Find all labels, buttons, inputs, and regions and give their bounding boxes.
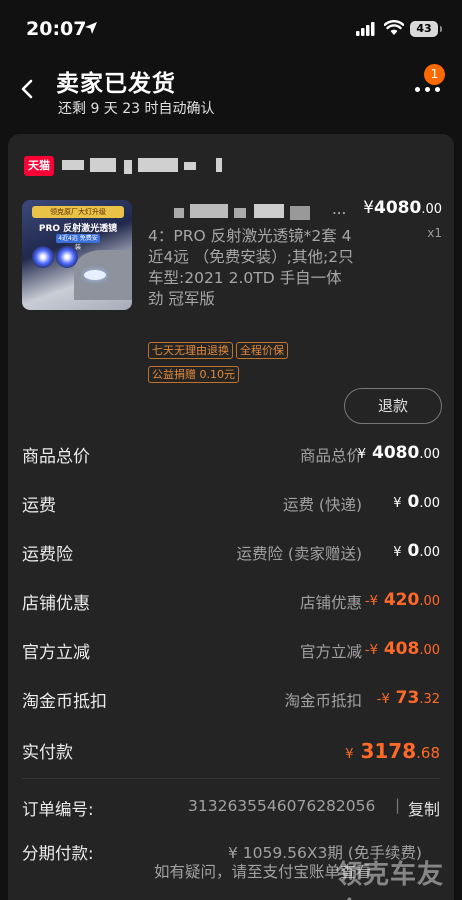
status-bar: 20:07 43: [0, 0, 462, 58]
amount-integer: 73: [395, 688, 420, 708]
location-arrow-icon: [85, 22, 97, 34]
amount-integer: 0: [407, 541, 420, 561]
product-price: ¥4080.00: [363, 198, 442, 218]
amount-decimal: .00: [419, 594, 440, 609]
cellular-signal-icon: [356, 22, 375, 36]
product-title-redacted[interactable]: [174, 204, 354, 222]
fee-sublabel: 商品总价: [299, 447, 362, 465]
fee-row: 运费 运费 (快递) ¥ 0.00: [8, 489, 454, 519]
divider: [22, 778, 440, 779]
product-image-caption: PRO 反射激光透镜: [38, 224, 118, 234]
currency-symbol: ¥: [381, 692, 390, 707]
total-paid-amount: ¥ 3178.68: [345, 739, 440, 763]
notification-badge: 1: [424, 64, 445, 85]
service-tag-return: 七天无理由退换: [148, 342, 233, 359]
amount-decimal: .00: [419, 447, 440, 462]
currency-symbol: ¥: [393, 545, 402, 560]
currency-symbol: ¥: [363, 198, 374, 218]
page-title: 卖家已发货: [56, 71, 176, 97]
fee-amount: ¥ 4080.00: [358, 443, 440, 463]
product-sku-text: 4：PRO 反射激光透镜*2套 4近4远 （免费安装）;其他;2只 车型:2021…: [148, 227, 354, 308]
charity-tag: 公益捐赠 0.10元: [148, 366, 239, 383]
copy-order-number-button[interactable]: 复制: [408, 796, 440, 820]
status-time: 20:07: [26, 18, 87, 40]
amount-integer: 408: [383, 639, 420, 659]
currency-symbol: ¥: [393, 496, 402, 511]
amount-integer: 420: [383, 590, 420, 610]
service-tag-price-protect: 全程价保: [236, 342, 288, 359]
currency-symbol: ¥: [369, 594, 378, 609]
amount-integer: 0: [407, 492, 420, 512]
fee-amount: -¥ 420.00: [365, 590, 440, 610]
more-dot-icon: [425, 87, 430, 92]
fee-row: 商品总价 商品总价 ¥ 4080.00: [8, 440, 454, 470]
price-integer: 4080: [373, 198, 422, 218]
amount-decimal: .32: [419, 692, 440, 707]
amount-decimal: .00: [419, 643, 440, 658]
order-number-row: 订单编号: 3132635546076282056 | 复制: [8, 794, 454, 822]
currency-symbol: ¥: [369, 643, 378, 658]
product-quantity: x1: [427, 226, 442, 240]
fee-row: 淘金币抵扣 淘金币抵扣 -¥ 73.32: [8, 685, 454, 715]
installment-label: 分期付款:: [22, 844, 94, 863]
fee-row: 官方立减 官方立减 -¥ 408.00: [8, 636, 454, 666]
product-image[interactable]: 领克原厂大灯升级 PRO 反射激光透镜 4近4远 免费安装: [22, 200, 132, 310]
product-image-banner: 领克原厂大灯升级: [32, 206, 124, 218]
amount-decimal: .00: [419, 545, 440, 560]
fee-amount: -¥ 408.00: [365, 639, 440, 659]
watermark: 领克车友会: [336, 860, 445, 900]
order-number-label: 订单编号:: [22, 800, 94, 819]
product-image-tag: 4近4远 免费安装: [56, 234, 100, 251]
fee-label: 商品总价: [22, 447, 90, 467]
fee-sublabel: 运费险 (卖家赠送): [236, 545, 362, 563]
charity-tags: 公益捐赠 0.10元: [148, 363, 242, 383]
tmall-logo: 天猫: [24, 156, 54, 176]
order-card: 天猫 领克原厂大灯升级 PRO 反射激光透镜 4近4远 免费安装 ... ¥40…: [8, 134, 454, 900]
fee-sublabel: 官方立减: [299, 643, 362, 661]
page-header: 卖家已发货 还剩 9 天 23 时自动确认: [0, 58, 462, 126]
product-item[interactable]: 领克原厂大灯升级 PRO 反射激光透镜 4近4远 免费安装 ... ¥4080.…: [22, 198, 442, 388]
auto-confirm-countdown: 还剩 9 天 23 时自动确认: [58, 101, 215, 117]
fee-row: 运费险 运费险 (卖家赠送) ¥ 0.00: [8, 538, 454, 568]
headlight-shape: [84, 270, 106, 280]
fee-label: 店铺优惠: [22, 594, 90, 614]
fee-label: 淘金币抵扣: [22, 692, 107, 712]
shop-name-redacted[interactable]: [62, 158, 222, 174]
total-paid-label: 实付款: [22, 743, 73, 763]
copy-separator: |: [394, 796, 400, 814]
fee-amount: -¥ 73.32: [377, 688, 440, 708]
amount-decimal: .68: [416, 744, 440, 762]
more-dot-icon: [415, 87, 420, 92]
order-number-value: 3132635546076282056: [188, 797, 376, 815]
fee-amount: ¥ 0.00: [393, 541, 440, 561]
fee-label: 运费险: [22, 545, 73, 565]
amount-integer: 3178: [360, 739, 417, 763]
wifi-icon: [384, 20, 404, 35]
lens-shape: [56, 246, 78, 268]
fee-label: 官方立减: [22, 643, 90, 663]
fee-sublabel: 运费 (快递): [282, 496, 362, 514]
back-arrow-icon[interactable]: [16, 74, 38, 104]
product-sku: 4：PRO 反射激光透镜*2套 4近4远 （免费安装）;其他;2只 车型:2021…: [148, 226, 358, 310]
service-tags: 七天无理由退换 全程价保: [148, 339, 291, 359]
currency-symbol: ¥: [345, 747, 354, 762]
more-dot-icon: [435, 87, 440, 92]
fee-sublabel: 淘金币抵扣: [284, 692, 362, 710]
price-decimal: .00: [421, 202, 442, 217]
fee-row: 店铺优惠 店铺优惠 -¥ 420.00: [8, 587, 454, 617]
battery-icon: 43: [410, 21, 442, 37]
fee-amount: ¥ 0.00: [393, 492, 440, 512]
amount-integer: 4080: [371, 443, 420, 463]
total-paid-row: 实付款 ¥ 3178.68: [8, 736, 454, 766]
amount-decimal: .00: [419, 496, 440, 511]
fee-label: 运费: [22, 496, 56, 516]
refund-button[interactable]: 退款: [344, 388, 442, 424]
fee-sublabel: 店铺优惠: [299, 594, 362, 612]
currency-symbol: ¥: [357, 447, 367, 462]
lens-shape: [32, 246, 54, 268]
product-title-ellipsis: ...: [332, 200, 347, 218]
